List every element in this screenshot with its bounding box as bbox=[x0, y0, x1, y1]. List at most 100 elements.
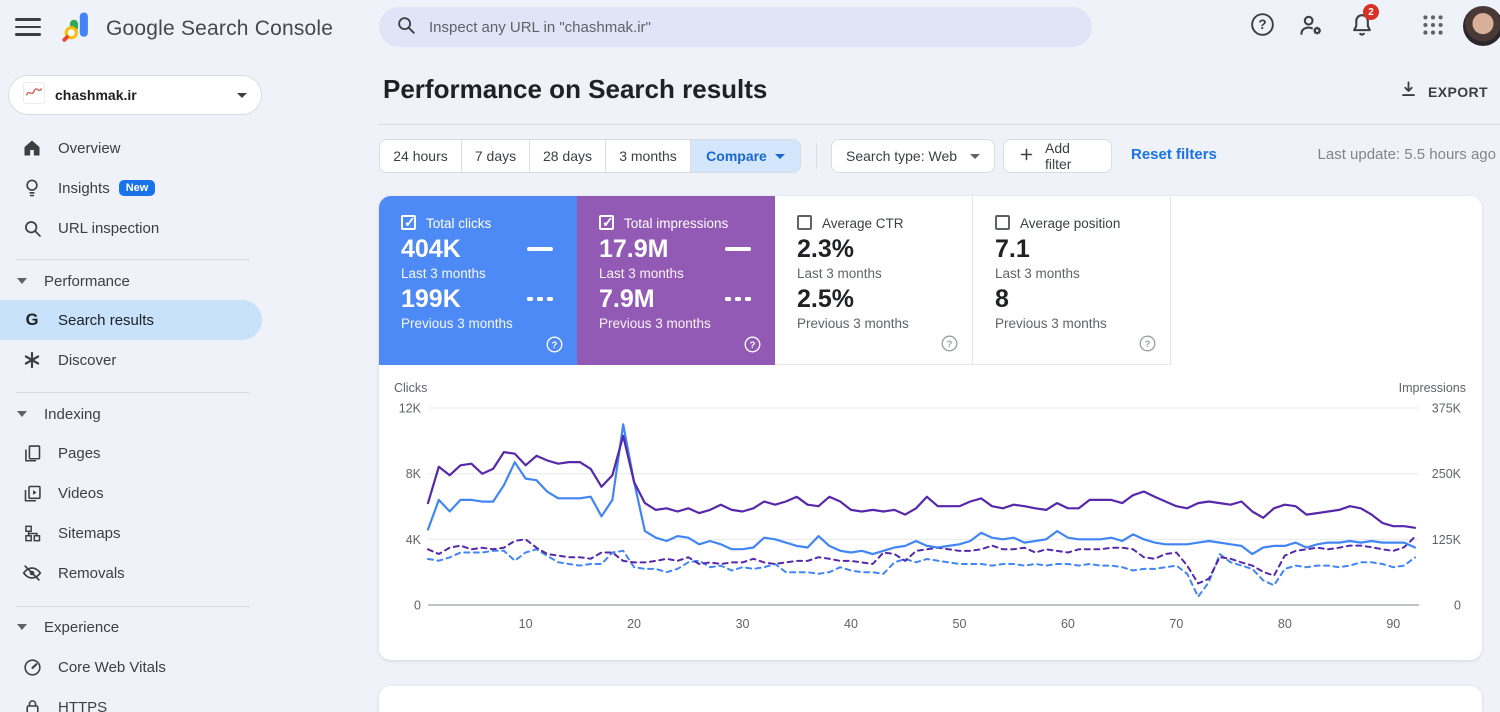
left-axis-title: Clicks bbox=[394, 381, 427, 395]
url-inspect-input[interactable] bbox=[429, 18, 1076, 36]
sidebar-item-sitemaps[interactable]: Sitemaps bbox=[0, 513, 262, 553]
sidebar-section-performance[interactable]: Performance bbox=[0, 262, 262, 300]
metric-card-total-clicks[interactable]: Total clicks 404K Last 3 months 199K Pre… bbox=[379, 196, 577, 365]
metric-card-total-impressions[interactable]: Total impressions 17.9M Last 3 months 7.… bbox=[577, 196, 775, 365]
right-axis-tick: 250K bbox=[1432, 467, 1462, 481]
right-axis-tick: 375K bbox=[1432, 402, 1462, 416]
sidebar-divider bbox=[16, 392, 250, 393]
collapse-triangle-icon bbox=[17, 624, 27, 630]
property-selector[interactable]: chashmak.ir bbox=[8, 75, 262, 115]
header-divider bbox=[379, 124, 1500, 125]
search-type-filter[interactable]: Search type: Web bbox=[831, 139, 995, 173]
filter-divider bbox=[816, 143, 817, 169]
property-favicon bbox=[23, 81, 45, 109]
left-axis-tick: 4K bbox=[406, 533, 422, 547]
left-axis-tick: 8K bbox=[406, 467, 422, 481]
right-axis-tick: 0 bbox=[1454, 599, 1461, 613]
tab-24-hours[interactable]: 24 hours bbox=[380, 140, 462, 172]
chevron-down-icon bbox=[237, 92, 247, 98]
help-icon[interactable]: ? bbox=[1249, 11, 1275, 37]
sidebar-section-experience[interactable]: Experience bbox=[0, 608, 262, 646]
x-axis-tick: 20 bbox=[627, 617, 641, 631]
x-axis-tick: 60 bbox=[1061, 617, 1075, 631]
metric-value-current: 404K bbox=[401, 235, 461, 263]
total-clicks-checkbox[interactable] bbox=[401, 214, 416, 231]
sidebar-item-removals[interactable]: Removals bbox=[0, 553, 262, 593]
x-axis-tick: 80 bbox=[1278, 617, 1292, 631]
pages-icon bbox=[20, 441, 44, 465]
svg-text:?: ? bbox=[1145, 339, 1151, 350]
sidebar-item-search-results[interactable]: G Search results bbox=[0, 300, 262, 340]
help-icon[interactable]: ? bbox=[940, 334, 959, 353]
average-ctr-checkbox[interactable] bbox=[797, 215, 812, 230]
x-axis-tick: 30 bbox=[736, 617, 750, 631]
sidebar-item-discover[interactable]: Discover bbox=[0, 340, 262, 380]
date-range-tabs: 24 hours 7 days 28 days 3 months Compare bbox=[379, 139, 801, 173]
lock-icon bbox=[20, 695, 44, 712]
right-axis-title: Impressions bbox=[1399, 381, 1466, 395]
search-icon bbox=[395, 14, 417, 41]
average-position-checkbox[interactable] bbox=[995, 215, 1010, 230]
tab-7-days[interactable]: 7 days bbox=[462, 140, 530, 172]
chart-line-impressions-last-3-months bbox=[426, 434, 1417, 529]
sidebar-item-core-web-vitals[interactable]: Core Web Vitals bbox=[0, 647, 262, 687]
metric-value-previous: 2.5% bbox=[797, 285, 854, 313]
metric-value-previous: 8 bbox=[995, 285, 1009, 313]
eye-off-icon bbox=[20, 561, 44, 585]
sidebar-item-overview[interactable]: Overview bbox=[0, 128, 262, 168]
metric-value-previous: 7.9M bbox=[599, 285, 655, 313]
dashed-line-key-icon bbox=[725, 297, 751, 301]
metric-value-current: 7.1 bbox=[995, 235, 1030, 263]
url-inspect-search-bar[interactable] bbox=[379, 7, 1092, 47]
notification-count-badge: 2 bbox=[1363, 4, 1379, 20]
sidebar-item-videos[interactable]: Videos bbox=[0, 473, 262, 513]
x-axis-tick: 50 bbox=[953, 617, 967, 631]
plus-icon bbox=[1018, 146, 1035, 166]
left-axis-tick: 12K bbox=[399, 402, 422, 416]
gauge-icon bbox=[20, 655, 44, 679]
chevron-down-icon bbox=[774, 153, 785, 159]
help-icon[interactable]: ? bbox=[1138, 334, 1157, 353]
x-axis-tick: 40 bbox=[844, 617, 858, 631]
hamburger-menu-icon[interactable] bbox=[15, 15, 41, 39]
sidebar-item-pages[interactable]: Pages bbox=[0, 433, 262, 473]
tab-compare[interactable]: Compare bbox=[691, 140, 800, 172]
chevron-down-icon bbox=[970, 153, 980, 159]
sidebar-section-indexing[interactable]: Indexing bbox=[0, 395, 262, 433]
metric-card-average-ctr[interactable]: Average CTR 2.3% Last 3 months 2.5% Prev… bbox=[775, 196, 973, 365]
user-settings-icon[interactable] bbox=[1297, 11, 1323, 37]
solid-line-key-icon bbox=[527, 247, 553, 251]
download-icon bbox=[1398, 79, 1419, 105]
sidebar-item-insights[interactable]: Insights New bbox=[0, 168, 262, 208]
svg-text:?: ? bbox=[750, 340, 756, 351]
sidebar-item-url-inspection[interactable]: URL inspection bbox=[0, 208, 262, 248]
collapse-triangle-icon bbox=[17, 411, 27, 417]
chart-line-clicks-last-3-months bbox=[426, 423, 1417, 556]
app-logo[interactable]: Google Search Console bbox=[60, 8, 333, 49]
metric-value-previous: 199K bbox=[401, 285, 461, 313]
property-name: chashmak.ir bbox=[55, 87, 137, 103]
next-section-panel bbox=[379, 686, 1482, 712]
video-icon bbox=[20, 481, 44, 505]
performance-line-chart[interactable]: Clicks Impressions 12K 8K 4K 0 375K 250K 125K 0 10… bbox=[379, 365, 1482, 660]
export-button[interactable]: EXPORT bbox=[1398, 79, 1488, 105]
x-axis-tick: 10 bbox=[519, 617, 533, 631]
page-title: Performance on Search results bbox=[383, 74, 768, 104]
reset-filters-link[interactable]: Reset filters bbox=[1131, 146, 1217, 163]
sidebar-item-https[interactable]: HTTPS bbox=[0, 687, 262, 712]
app-title: Google Search Console bbox=[106, 16, 334, 40]
sidebar-divider bbox=[16, 259, 250, 260]
add-filter-button[interactable]: Add filter bbox=[1003, 139, 1112, 173]
tab-3-months[interactable]: 3 months bbox=[606, 140, 691, 172]
account-avatar[interactable] bbox=[1463, 6, 1500, 46]
new-badge: New bbox=[118, 180, 156, 196]
total-impressions-checkbox[interactable] bbox=[599, 214, 614, 231]
svg-text:?: ? bbox=[1258, 17, 1266, 32]
tab-28-days[interactable]: 28 days bbox=[530, 140, 606, 172]
google-apps-grid-icon[interactable] bbox=[1420, 12, 1446, 38]
help-icon[interactable]: ? bbox=[743, 335, 762, 354]
help-icon[interactable]: ? bbox=[545, 335, 564, 354]
last-update-text: Last update: 5.5 hours ago bbox=[1317, 146, 1496, 163]
lightbulb-icon bbox=[20, 176, 44, 200]
metric-card-average-position[interactable]: Average position 7.1 Last 3 months 8 Pre… bbox=[973, 196, 1171, 365]
